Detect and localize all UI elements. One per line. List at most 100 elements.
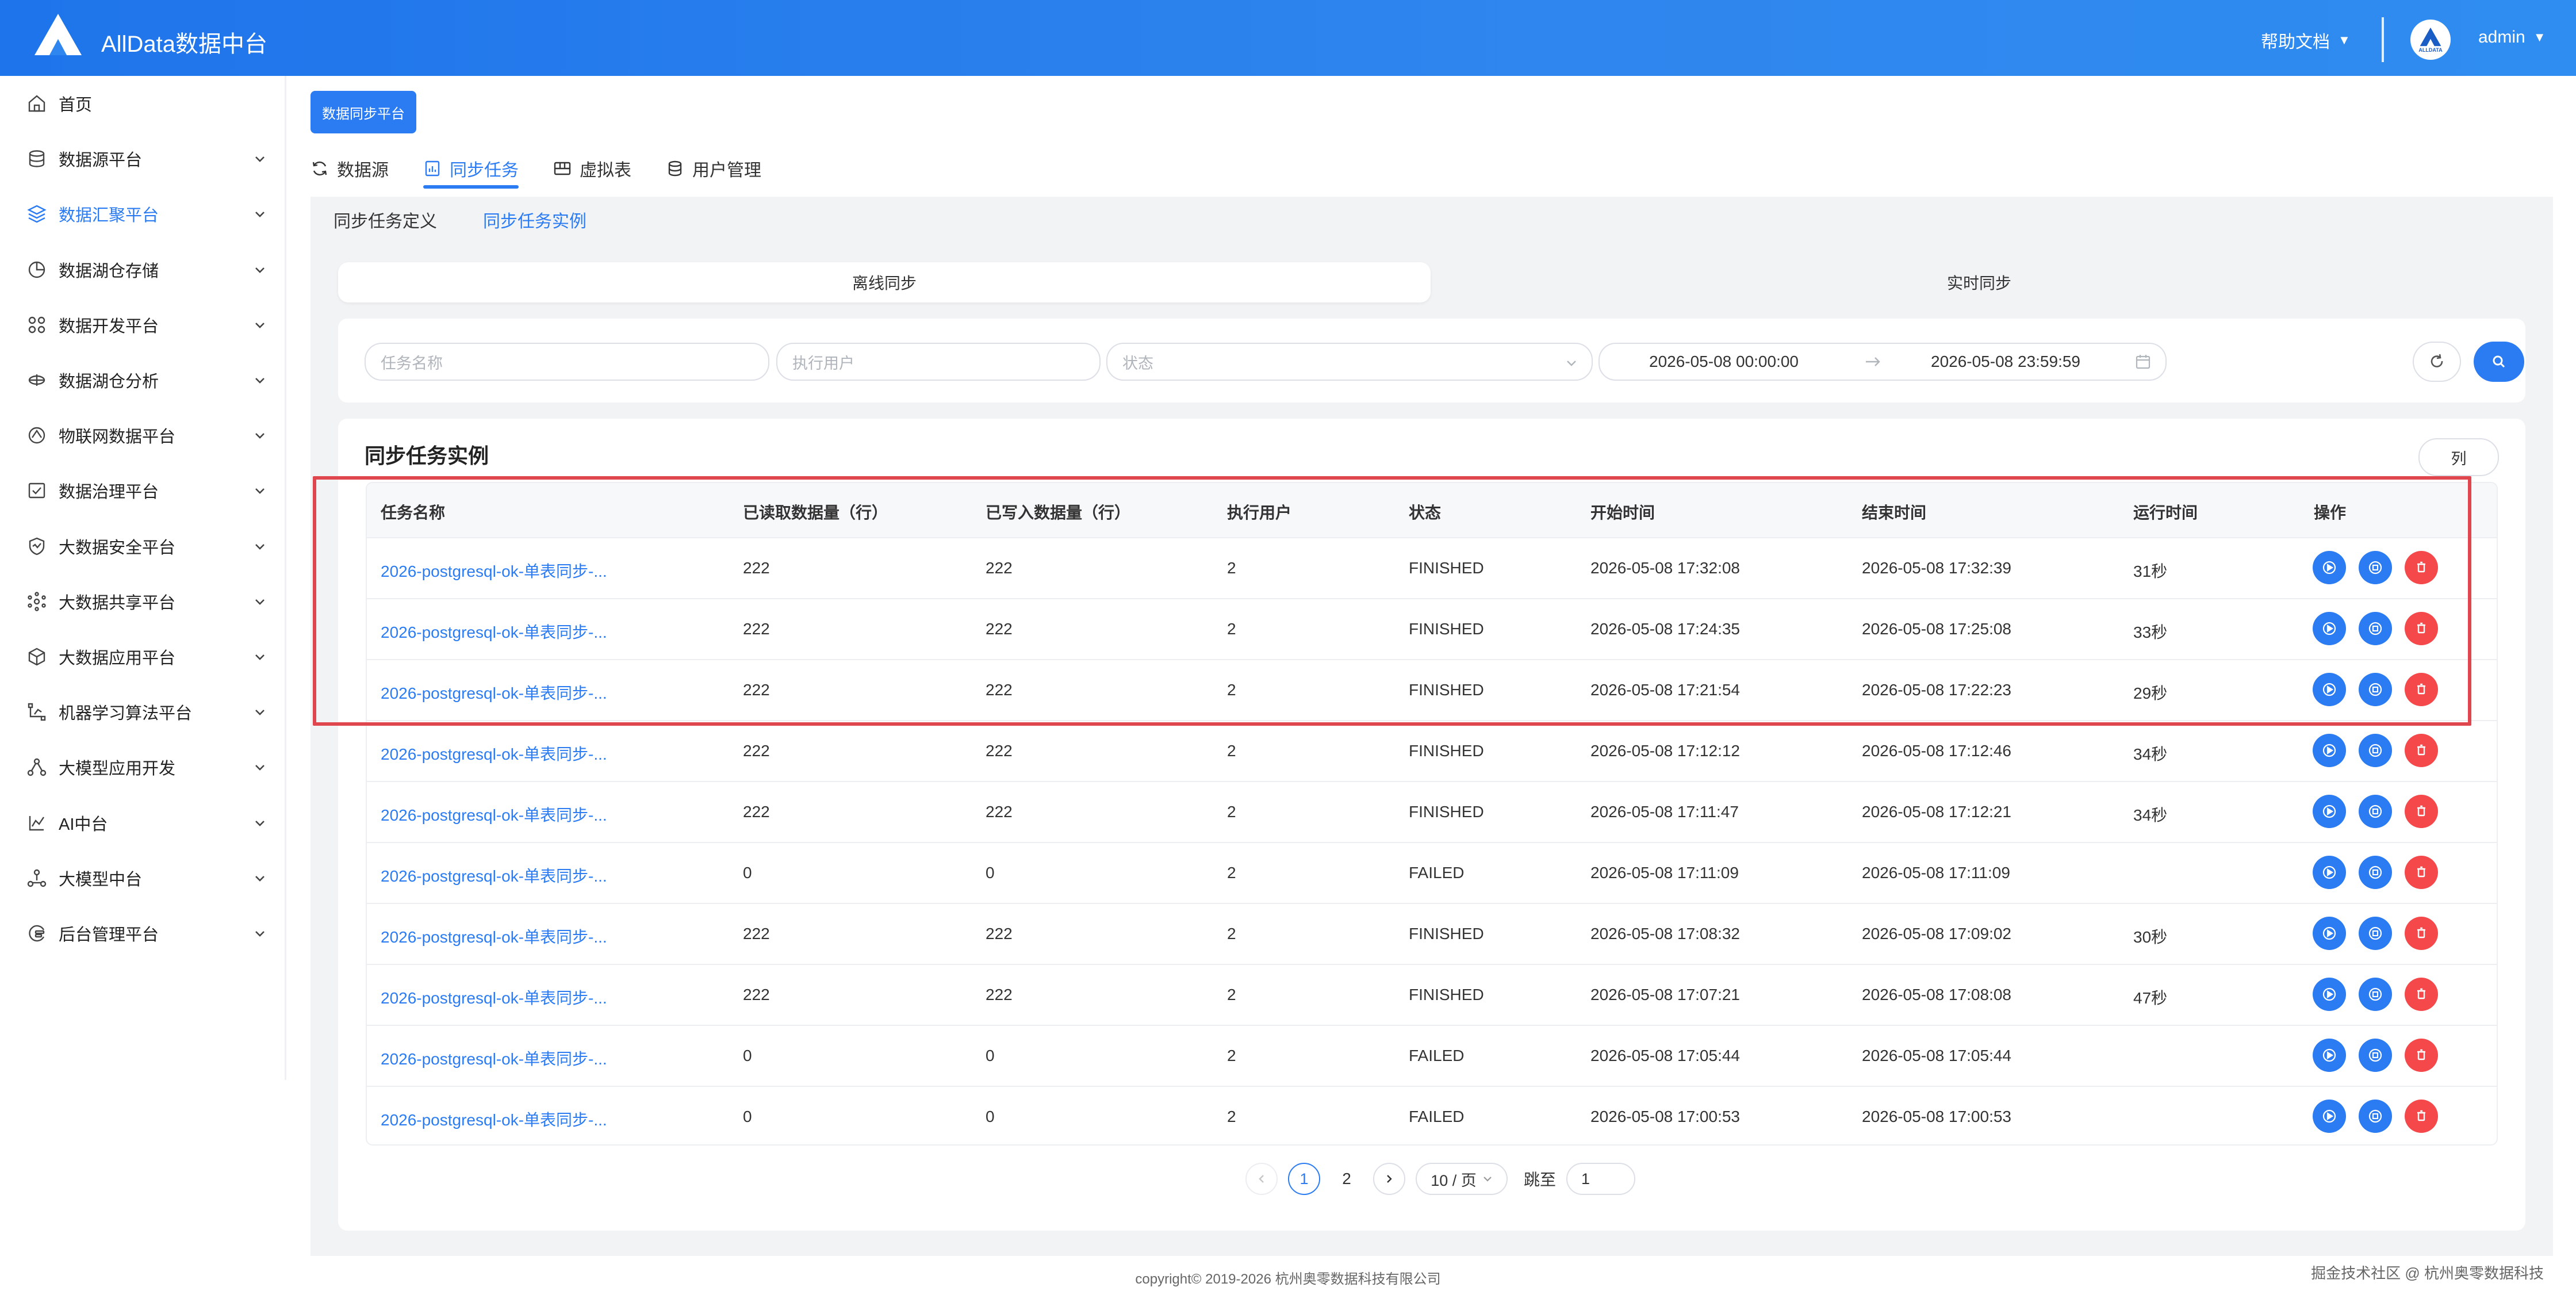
task-name-link[interactable]: 2026-postgresql-ok-单表同步-...	[381, 1047, 607, 1070]
log-button[interactable]	[2359, 917, 2392, 950]
cell-read: 222	[743, 925, 770, 943]
cell-user: 2	[1227, 864, 1236, 882]
task-name-link[interactable]: 2026-postgresql-ok-单表同步-...	[381, 620, 607, 643]
cell-status: FINISHED	[1409, 803, 1484, 821]
sidebar-item-label: 大数据共享平台	[59, 593, 176, 612]
task-name-link[interactable]: 2026-postgresql-ok-单表同步-...	[381, 681, 607, 704]
run-button[interactable]	[2313, 612, 2346, 645]
task-name-input[interactable]: 任务名称	[365, 343, 769, 381]
page-2-button[interactable]: 2	[1331, 1170, 1363, 1188]
caret-down-icon: ▼	[2338, 33, 2351, 47]
sidebar-item-1[interactable]: 首页	[0, 76, 286, 131]
avatar[interactable]: ALLDATA	[2410, 20, 2451, 60]
columns-button[interactable]: 列	[2418, 438, 2499, 476]
sidebar-item-8[interactable]: 数据治理平台	[0, 463, 286, 518]
prev-page-button[interactable]	[1245, 1163, 1278, 1195]
task-name-link[interactable]: 2026-postgresql-ok-单表同步-...	[381, 742, 607, 765]
delete-button[interactable]	[2405, 856, 2438, 889]
run-button[interactable]	[2313, 551, 2346, 584]
cell-start: 2026-05-08 17:21:54	[1590, 681, 1740, 699]
cell-read: 222	[743, 559, 770, 577]
segment-offline-sync[interactable]: 离线同步	[338, 262, 1431, 302]
log-button[interactable]	[2359, 551, 2392, 584]
exec-user-input[interactable]: 执行用户	[776, 343, 1101, 381]
run-button[interactable]	[2313, 856, 2346, 889]
sidebar-item-4[interactable]: 数据湖仓存储	[0, 242, 286, 297]
sidebar-item-13[interactable]: 大模型应用开发	[0, 740, 286, 795]
sidebar-item-14[interactable]: AI中台	[0, 795, 286, 851]
reset-button[interactable]	[2413, 342, 2461, 382]
sidebar-item-9[interactable]: 大数据安全平台	[0, 519, 286, 574]
sidebar-item-10[interactable]: 大数据共享平台	[0, 574, 286, 629]
task-name-link[interactable]: 2026-postgresql-ok-单表同步-...	[381, 986, 607, 1009]
cell-start: 2026-05-08 17:32:08	[1590, 559, 1740, 577]
chevron-down-icon	[255, 931, 264, 937]
date-range-picker[interactable]: 2026-05-08 00:00:00 2026-05-08 23:59:59	[1598, 343, 2167, 381]
help-docs-menu[interactable]: 帮助文档 ▼	[2261, 28, 2351, 53]
governance-icon	[28, 483, 45, 499]
task-name-link[interactable]: 2026-postgresql-ok-单表同步-...	[381, 803, 607, 826]
sidebar-item-12[interactable]: 机器学习算法平台	[0, 684, 286, 740]
sidebar-item-16[interactable]: 后台管理平台	[0, 906, 286, 961]
status-select[interactable]: 状态	[1106, 343, 1593, 381]
run-button[interactable]	[2313, 795, 2346, 828]
layers-icon	[27, 205, 47, 223]
delete-button[interactable]	[2405, 1039, 2438, 1072]
task-name-link[interactable]: 2026-postgresql-ok-单表同步-...	[381, 559, 607, 582]
log-button[interactable]	[2359, 612, 2392, 645]
log-button[interactable]	[2359, 1100, 2392, 1133]
row-actions	[2313, 673, 2438, 706]
delete-button[interactable]	[2405, 795, 2438, 828]
segment-realtime-sync[interactable]: 实时同步	[1433, 262, 2525, 302]
run-button[interactable]	[2313, 917, 2346, 950]
sidebar-item-label: 数据源平台	[59, 151, 143, 170]
delete-button[interactable]	[2405, 978, 2438, 1011]
sidebar-item-11[interactable]: 大数据应用平台	[0, 629, 286, 684]
run-button[interactable]	[2313, 734, 2346, 767]
sidebar-item-2[interactable]: 数据源平台	[0, 131, 286, 186]
delete-button[interactable]	[2405, 1100, 2438, 1133]
task-name-link[interactable]: 2026-postgresql-ok-单表同步-...	[381, 925, 607, 948]
chevron-down-icon	[255, 212, 264, 218]
data-sync-platform-button[interactable]: 数据同步平台	[310, 91, 416, 133]
log-button[interactable]	[2359, 734, 2392, 767]
delete-button[interactable]	[2405, 551, 2438, 584]
task-name-link[interactable]: 2026-postgresql-ok-单表同步-...	[381, 1108, 607, 1131]
run-button[interactable]	[2313, 1039, 2346, 1072]
sidebar-item-7[interactable]: 物联网数据平台	[0, 408, 286, 463]
column-header: 操作	[2314, 504, 2347, 522]
sidebar-item-5[interactable]: 数据开发平台	[0, 297, 286, 353]
log-button[interactable]	[2359, 978, 2392, 1011]
delete-button[interactable]	[2405, 612, 2438, 645]
user-menu[interactable]: admin ▼	[2478, 28, 2546, 47]
page-1-button[interactable]: 1	[1288, 1163, 1320, 1195]
subtab-task-instance[interactable]: 同步任务实例	[483, 207, 586, 232]
subtab-task-definition[interactable]: 同步任务定义	[334, 207, 437, 232]
run-button[interactable]	[2313, 1100, 2346, 1133]
log-button[interactable]	[2359, 1039, 2392, 1072]
tab-virtual-table[interactable]: 虚拟表	[553, 148, 631, 189]
log-button[interactable]	[2359, 673, 2392, 706]
run-button[interactable]	[2313, 978, 2346, 1011]
sidebar-item-3[interactable]: 数据汇聚平台	[0, 186, 286, 242]
sidebar-item-15[interactable]: 大模型中台	[0, 851, 286, 906]
page-size-select[interactable]: 10 / 页	[1416, 1163, 1508, 1195]
jump-page-input[interactable]: 1	[1566, 1163, 1636, 1195]
cell-status: FINISHED	[1409, 742, 1484, 760]
next-page-button[interactable]	[1373, 1163, 1405, 1195]
delete-button[interactable]	[2405, 673, 2438, 706]
run-button[interactable]	[2313, 673, 2346, 706]
sidebar-item-6[interactable]: 数据湖仓分析	[0, 353, 286, 408]
log-button[interactable]	[2359, 795, 2392, 828]
cell-user: 2	[1227, 925, 1236, 943]
log-button[interactable]	[2359, 856, 2392, 889]
row-actions	[2313, 856, 2438, 889]
delete-button[interactable]	[2405, 734, 2438, 767]
tab-datasource[interactable]: 数据源	[310, 148, 389, 189]
task-panel: 同步任务定义 同步任务实例 离线同步 实时同步 任务名称 执行用户 状态 202…	[310, 197, 2553, 1256]
delete-button[interactable]	[2405, 917, 2438, 950]
tab-sync-task[interactable]: 同步任务	[423, 148, 519, 189]
tab-user-management[interactable]: 用户管理	[666, 148, 761, 189]
search-button[interactable]	[2474, 342, 2524, 382]
task-name-link[interactable]: 2026-postgresql-ok-单表同步-...	[381, 864, 607, 887]
